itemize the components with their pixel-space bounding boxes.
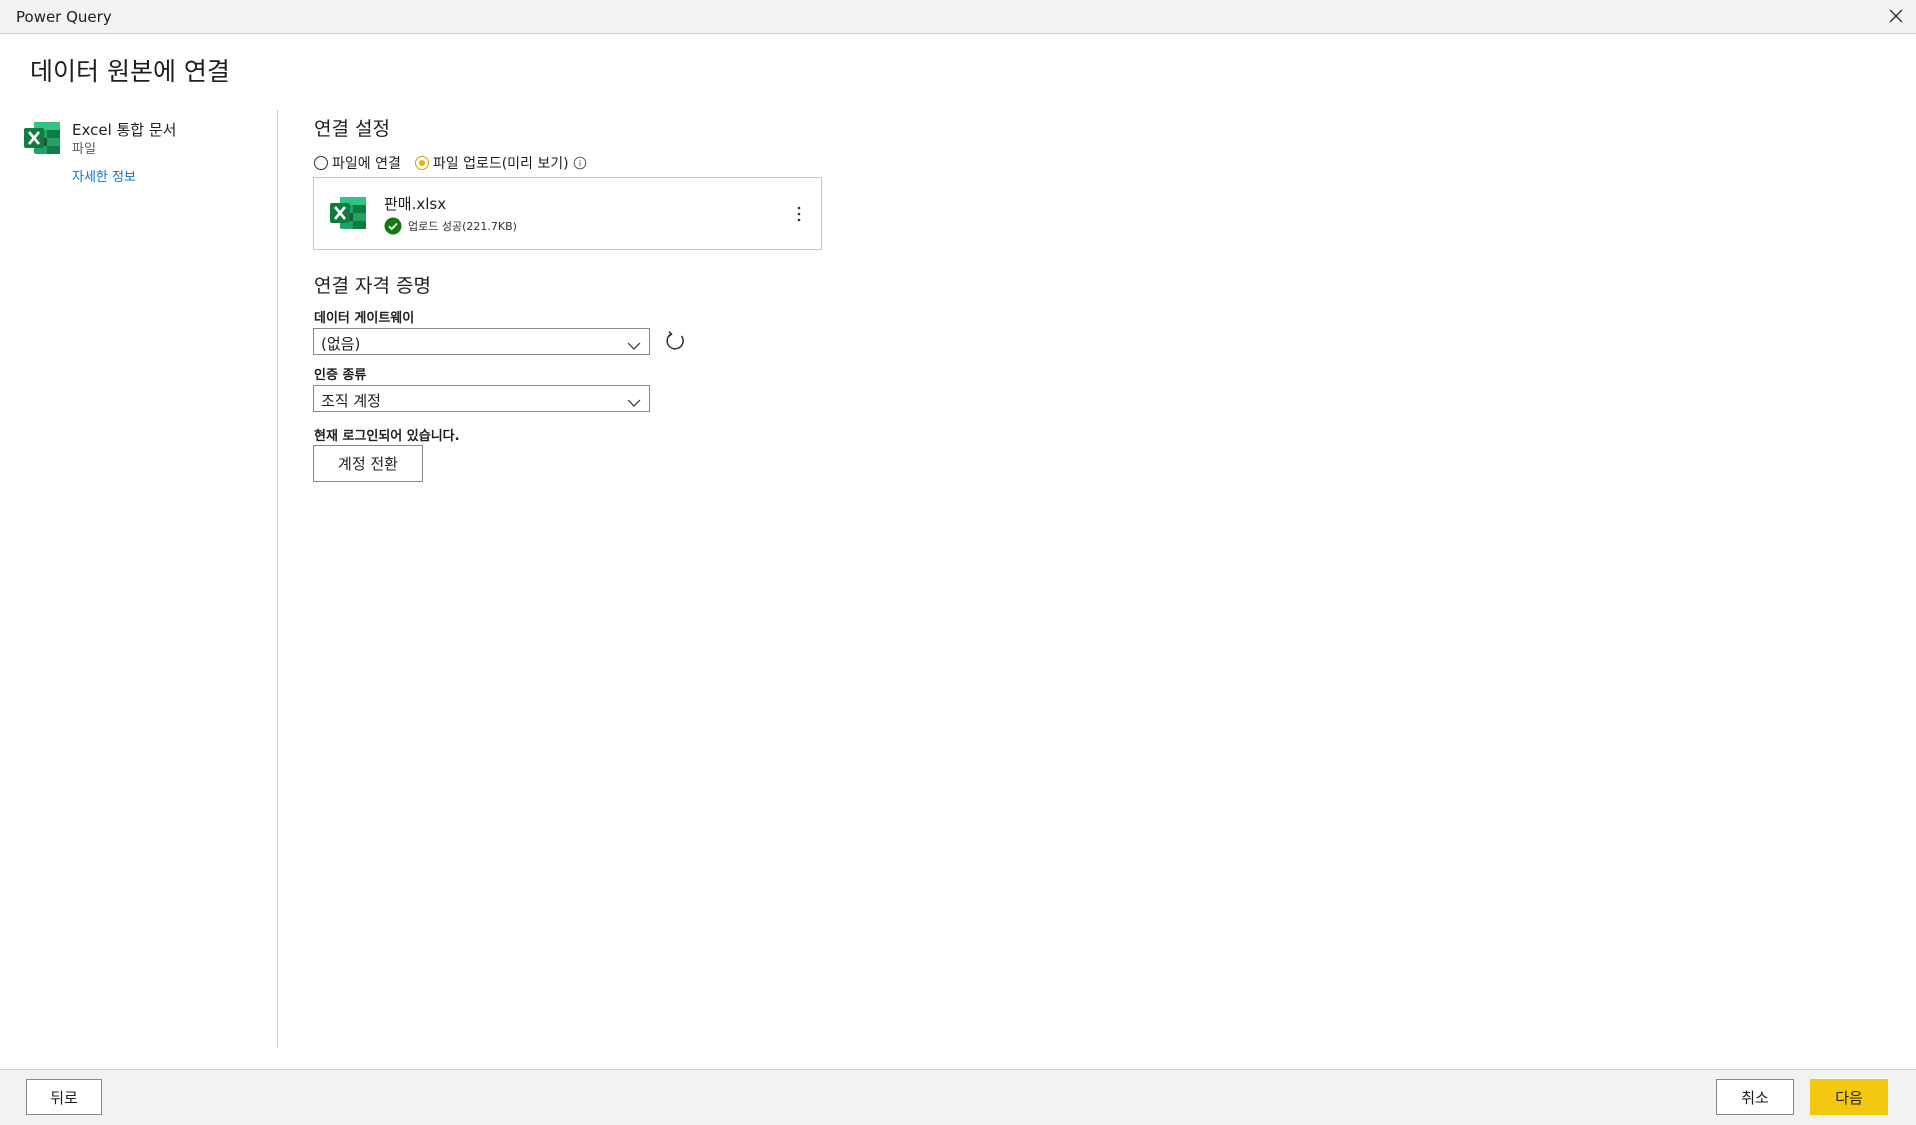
gateway-label: 데이터 게이트웨이	[314, 311, 415, 326]
connection-mode-radio-group: 파일에 연결 파일 업로드(미리 보기)	[314, 153, 601, 173]
connector-pane: Excel 통합 문서 파일 자세한 정보	[0, 110, 278, 1048]
excel-logo-icon	[24, 120, 62, 156]
file-name: 판매.xlsx	[384, 195, 447, 213]
close-icon[interactable]	[1882, 2, 1910, 30]
chevron-down-icon	[627, 394, 641, 412]
uploaded-file-card: 판매.xlsx 업로드 성공(221.7KB)	[313, 177, 822, 250]
gateway-select[interactable]: (없음)	[313, 328, 650, 355]
credentials-title: 연결 자격 증명	[314, 275, 431, 297]
page-title: 데이터 원본에 연결	[30, 57, 230, 86]
gateway-value: (없음)	[321, 335, 361, 353]
radio-button[interactable]	[314, 156, 328, 170]
radio-connect-to-file[interactable]: 파일에 연결	[314, 153, 401, 173]
excel-logo-icon	[330, 195, 368, 231]
connection-settings-heading: 연결 설정	[314, 114, 390, 141]
refresh-icon[interactable]	[664, 329, 688, 353]
switch-account-button[interactable]: 계정 전환	[313, 445, 423, 482]
title-bar: Power Query	[0, 0, 1916, 34]
auth-type-value: 조직 계정	[321, 392, 381, 410]
connection-settings-title: 연결 설정	[314, 118, 390, 140]
connector-type: 파일	[72, 142, 96, 157]
radio-button-selected[interactable]	[414, 156, 429, 170]
auth-type-select[interactable]: 조직 계정	[313, 385, 650, 412]
more-vertical-icon[interactable]	[791, 202, 807, 226]
upload-status-text: 업로드 성공(221.7KB)	[408, 220, 517, 233]
check-circle-icon	[384, 217, 402, 235]
auth-type-label: 인증 종류	[314, 368, 367, 383]
radio-label: 파일 업로드(미리 보기)	[432, 156, 569, 172]
next-button[interactable]: 다음	[1810, 1079, 1888, 1115]
credentials-heading: 연결 자격 증명	[314, 271, 431, 298]
signed-in-text: 현재 로그인되어 있습니다.	[314, 429, 460, 444]
upload-status: 업로드 성공(221.7KB)	[384, 217, 517, 235]
chevron-down-icon	[627, 337, 641, 355]
radio-upload-file[interactable]: 파일 업로드(미리 보기)	[414, 153, 587, 173]
radio-label: 파일에 연결	[332, 156, 401, 172]
cancel-button[interactable]: 취소	[1716, 1079, 1794, 1115]
window-title: Power Query	[16, 8, 112, 26]
footer: 뒤로 취소 다음	[0, 1069, 1916, 1125]
more-info-link[interactable]: 자세한 정보	[72, 166, 136, 185]
back-button[interactable]: 뒤로	[26, 1079, 102, 1115]
connector-name: Excel 통합 문서	[72, 121, 177, 139]
info-icon[interactable]	[573, 156, 587, 170]
